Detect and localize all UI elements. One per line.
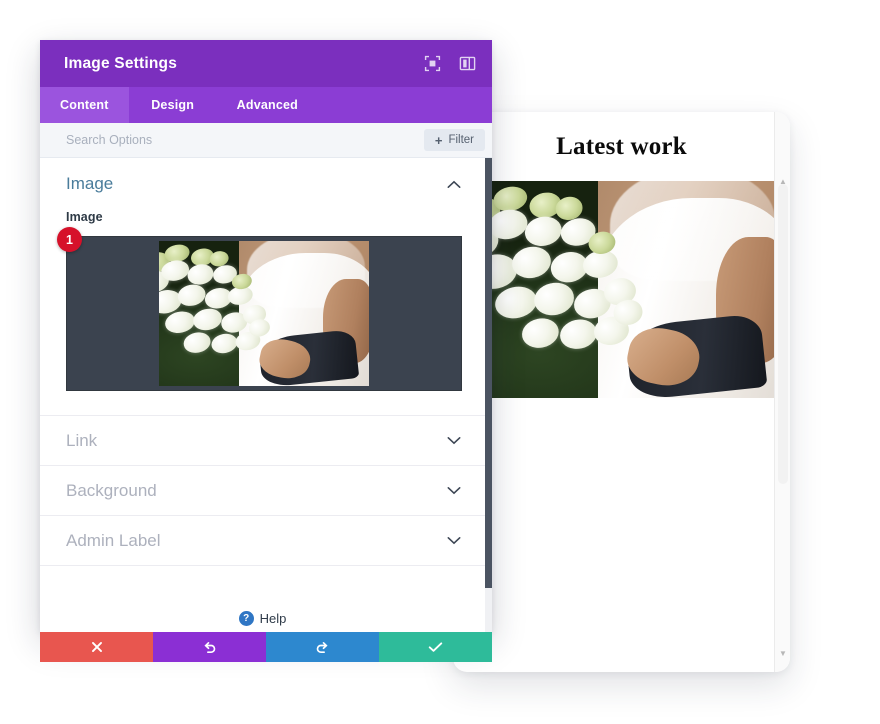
screen-root: Latest work ▲ ▼ Image Settings Content D… [0, 0, 880, 724]
modal-action-bar [40, 632, 492, 662]
image-field: Image 1 [40, 210, 485, 415]
section-link[interactable]: Link [40, 416, 485, 466]
section-background[interactable]: Background [40, 466, 485, 516]
help-icon: ? [238, 611, 254, 626]
modal-header-actions [424, 55, 476, 72]
tab-advanced[interactable]: Advanced [217, 87, 318, 123]
fullscreen-icon[interactable] [424, 55, 441, 72]
section-admin-label[interactable]: Admin Label [40, 516, 485, 566]
chevron-down-icon[interactable] [447, 534, 461, 547]
plus-icon: + [434, 132, 443, 148]
bouquet [486, 181, 731, 398]
help-row[interactable]: ? Help [40, 611, 485, 626]
save-button[interactable] [379, 632, 492, 662]
bride-illustration [486, 181, 781, 398]
preview-panel: Latest work ▲ ▼ [453, 112, 790, 672]
modal-scrollbar[interactable] [485, 158, 492, 632]
search-input[interactable] [66, 123, 424, 157]
preview-scrollbar[interactable]: ▲ ▼ [774, 112, 790, 672]
section-image-title: Image [66, 174, 114, 193]
modal-body: Image Image 1 Link Background Admin Labe… [40, 158, 492, 632]
scroll-down-icon[interactable]: ▼ [775, 646, 790, 662]
image-upload-area[interactable]: 1 [57, 227, 462, 391]
bouquet [159, 241, 332, 386]
chevron-down-icon[interactable] [447, 484, 461, 497]
image-field-label: Image [66, 210, 103, 224]
help-label: Help [259, 611, 287, 626]
section-admin-label-title: Admin Label [66, 530, 161, 550]
undo-button[interactable] [153, 632, 266, 662]
preview-scrollbar-thumb[interactable] [778, 184, 788, 484]
section-image: Image Image 1 [40, 158, 485, 416]
tab-content[interactable]: Content [40, 87, 129, 123]
layout-columns-icon[interactable] [459, 55, 476, 72]
modal-tabbar: Content Design Advanced [40, 87, 492, 123]
step-badge-1: 1 [57, 227, 82, 252]
chevron-down-icon[interactable] [447, 434, 461, 447]
filter-button-label: Filter [448, 134, 474, 146]
filter-button[interactable]: + Filter [423, 129, 485, 151]
image-thumbnail [159, 241, 369, 386]
scroll-up-icon[interactable]: ▲ [775, 174, 790, 190]
cancel-button[interactable] [40, 632, 153, 662]
redo-button[interactable] [266, 632, 379, 662]
modal-scrollbar-thumb[interactable] [485, 158, 492, 588]
section-image-header[interactable]: Image [40, 158, 485, 210]
tab-design[interactable]: Design [129, 87, 217, 123]
modal-title: Image Settings [64, 54, 178, 72]
section-link-title: Link [66, 430, 98, 450]
modal-header: Image Settings [40, 40, 492, 87]
section-background-title: Background [66, 480, 157, 500]
modal-scroll-content: Image Image 1 Link Background Admin Labe… [40, 158, 485, 632]
preview-title: Latest work [556, 133, 687, 160]
search-options-bar: + Filter [40, 123, 492, 158]
image-settings-modal: Image Settings Content Design Advanced S… [40, 40, 492, 662]
preview-image [486, 181, 781, 398]
chevron-up-icon[interactable] [447, 178, 461, 191]
